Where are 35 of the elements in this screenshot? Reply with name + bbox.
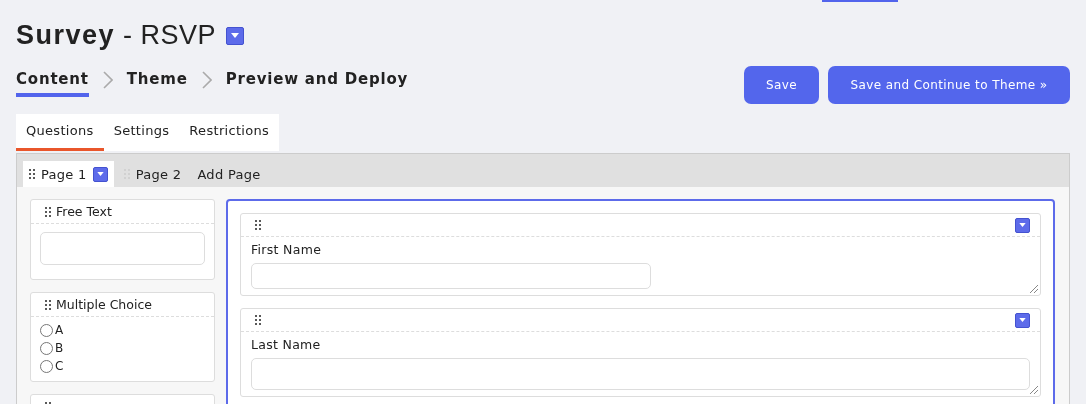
option-label: A <box>55 323 64 337</box>
question-type-card[interactable]: Multiple Choice A B C <box>30 292 215 382</box>
resize-handle-icon[interactable] <box>1027 282 1039 294</box>
question-type-card[interactable]: Free Text <box>30 199 215 280</box>
answer-field[interactable] <box>251 263 651 289</box>
drag-handle-icon[interactable] <box>45 206 51 217</box>
chevron-icon <box>201 71 212 89</box>
step-link[interactable]: Content <box>16 70 89 97</box>
add-page-link[interactable]: Add Page <box>191 161 267 187</box>
drag-handle-icon[interactable] <box>29 169 35 179</box>
step-link[interactable]: Preview and Deploy <box>225 70 409 97</box>
dropdown-icon[interactable] <box>1015 312 1030 328</box>
page-tab[interactable]: Page 2 <box>117 161 188 187</box>
chevron-icon <box>102 71 113 89</box>
dropdown-icon[interactable] <box>1015 217 1030 233</box>
option-label: C <box>55 359 64 373</box>
resize-handle-icon[interactable] <box>1027 383 1039 395</box>
survey-title: Survey - RSVP <box>16 20 217 51</box>
step-link[interactable]: Theme <box>126 70 188 97</box>
dropdown-icon[interactable] <box>92 166 108 182</box>
answer-field[interactable] <box>251 358 1030 390</box>
save-button[interactable]: Save <box>744 66 819 104</box>
dropdown-icon[interactable] <box>226 26 245 45</box>
tab[interactable]: Settings <box>103 114 180 151</box>
card-label: Multiple Choice <box>56 297 152 312</box>
option-label: B <box>55 341 64 355</box>
save-button[interactable]: Save and Continue to Theme » <box>828 66 1070 104</box>
drag-handle-icon[interactable] <box>255 315 261 325</box>
drag-handle-icon[interactable] <box>45 299 51 310</box>
page-tab[interactable]: Page 1 <box>23 161 114 187</box>
drag-handle-icon[interactable] <box>255 220 261 230</box>
question-label: Last Name <box>251 337 322 352</box>
card-label: Free Text <box>56 204 112 219</box>
tab[interactable]: Restrictions <box>179 114 280 151</box>
question-label: First Name <box>251 242 323 257</box>
